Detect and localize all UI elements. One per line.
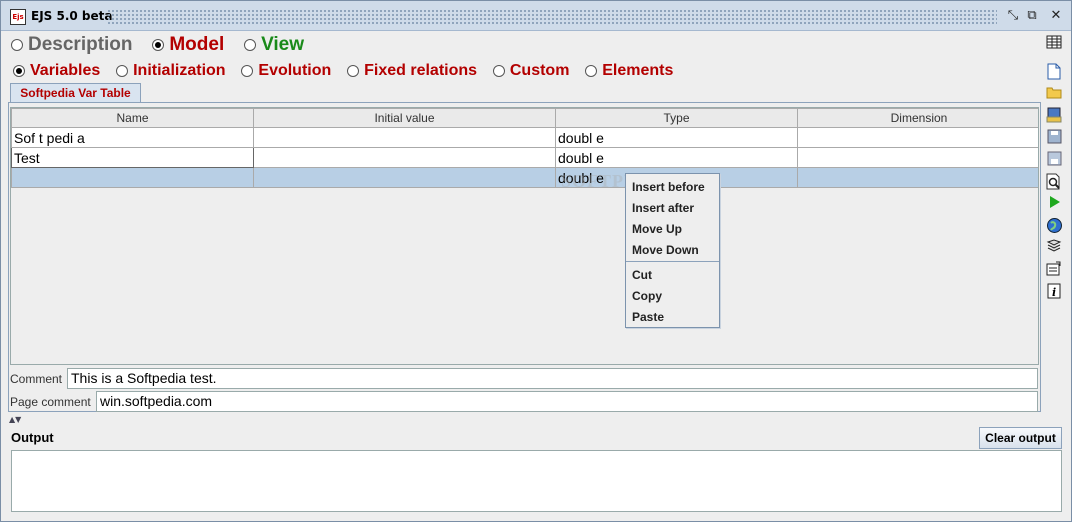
radio-fixed-relations[interactable]: Fixed relations bbox=[347, 62, 477, 80]
radio-evolution-label: Evolution bbox=[258, 62, 332, 79]
model-section-radios: Variables Initialization Evolution Fixed… bbox=[13, 62, 685, 82]
cell-dimension[interactable] bbox=[797, 167, 1038, 188]
radio-fixed-relations-label: Fixed relations bbox=[364, 62, 478, 79]
cell-name-editing[interactable]: Test bbox=[11, 147, 254, 168]
radio-model-label: Model bbox=[169, 34, 225, 55]
radio-model[interactable]: Model bbox=[152, 34, 224, 56]
maximize-icon[interactable]: ⧉ bbox=[1024, 8, 1040, 24]
radio-initialization-dot[interactable] bbox=[116, 65, 129, 77]
table-header-row: Name Initial value Type Dimension bbox=[11, 108, 1038, 128]
table-row[interactable]: Test doubl e bbox=[11, 147, 1038, 168]
radio-fixed-relations-dot[interactable] bbox=[347, 65, 360, 77]
radio-evolution[interactable]: Evolution bbox=[241, 62, 331, 80]
info-icon[interactable]: i bbox=[1045, 283, 1063, 301]
comment-label: Comment bbox=[10, 372, 63, 386]
main-mode-radios: Description Model View bbox=[11, 34, 320, 58]
column-header-name[interactable]: Name bbox=[11, 108, 254, 128]
tab-softpedia-var-table[interactable]: Softpedia Var Table bbox=[10, 83, 141, 102]
open-folder-icon[interactable] bbox=[1045, 86, 1063, 104]
save-to-folder-icon[interactable] bbox=[1045, 107, 1063, 125]
window-title: EJS 5.0 beta bbox=[31, 9, 113, 23]
radio-view-label: View bbox=[261, 34, 305, 55]
table-row-selected[interactable]: doubl e bbox=[11, 167, 1038, 188]
cell-dimension[interactable] bbox=[797, 147, 1038, 168]
page-comment-label: Page comment bbox=[10, 395, 91, 409]
radio-elements[interactable]: Elements bbox=[585, 62, 673, 80]
close-icon[interactable]: ✕ bbox=[1048, 8, 1064, 24]
menu-item-move-down[interactable]: Move Down bbox=[632, 243, 699, 257]
menu-item-copy[interactable]: Copy bbox=[632, 289, 662, 303]
radio-custom-dot[interactable] bbox=[492, 65, 505, 77]
radio-custom-label: Custom bbox=[509, 62, 570, 79]
radio-description-dot[interactable] bbox=[11, 39, 23, 51]
page-comment-field[interactable]: win.softpedia.com bbox=[96, 391, 1038, 412]
menu-item-move-up[interactable]: Move Up bbox=[632, 222, 682, 236]
edit-options-icon[interactable] bbox=[1045, 261, 1063, 279]
title-bar[interactable]: Ejs EJS 5.0 beta ⤡ ⧉ ✕ bbox=[1, 1, 1071, 31]
column-header-dimension[interactable]: Dimension bbox=[797, 108, 1038, 128]
menu-item-cut[interactable]: Cut bbox=[632, 268, 652, 282]
menu-item-insert-before[interactable]: Insert before bbox=[632, 180, 705, 194]
cell-type[interactable]: doubl e bbox=[555, 147, 798, 168]
radio-elements-label: Elements bbox=[602, 62, 674, 79]
radio-initialization[interactable]: Initialization bbox=[116, 62, 226, 80]
web-icon[interactable] bbox=[1045, 217, 1063, 235]
radio-variables-dot[interactable] bbox=[13, 65, 25, 77]
output-textarea[interactable] bbox=[11, 450, 1062, 512]
title-grip bbox=[107, 9, 997, 24]
minimize-icon[interactable]: ⤡ bbox=[1005, 8, 1021, 24]
splitter-arrows-icon[interactable]: ▲▼ bbox=[9, 415, 21, 424]
radio-elements-dot[interactable] bbox=[585, 65, 598, 77]
layers-icon[interactable] bbox=[1045, 239, 1063, 257]
menu-separator bbox=[626, 261, 719, 262]
run-icon[interactable] bbox=[1045, 195, 1063, 213]
clear-output-button[interactable]: Clear output bbox=[979, 427, 1062, 449]
app-icon: Ejs bbox=[10, 9, 26, 25]
variables-table: Name Initial value Type Dimension Sof t … bbox=[11, 108, 1038, 188]
radio-variables-label: Variables bbox=[30, 62, 101, 79]
comment-field[interactable]: This is a Softpedia test. bbox=[67, 368, 1038, 389]
cell-name[interactable]: Sof t pedi a bbox=[11, 127, 254, 148]
radio-evolution-dot[interactable] bbox=[241, 65, 254, 77]
new-file-icon[interactable] bbox=[1045, 63, 1063, 81]
cell-initial-value[interactable] bbox=[253, 127, 556, 148]
radio-description[interactable]: Description bbox=[11, 34, 133, 56]
menu-item-insert-after[interactable]: Insert after bbox=[632, 201, 694, 215]
column-header-type[interactable]: Type bbox=[555, 108, 798, 128]
variables-table-area: Name Initial value Type Dimension Sof t … bbox=[10, 107, 1039, 365]
variables-panel: Name Initial value Type Dimension Sof t … bbox=[8, 102, 1041, 412]
radio-view[interactable]: View bbox=[244, 34, 304, 56]
table-row[interactable]: Sof t pedi a doubl e bbox=[11, 127, 1038, 148]
cell-type[interactable]: doubl e bbox=[555, 127, 798, 148]
application-window: Ejs EJS 5.0 beta ⤡ ⧉ ✕ Description Model… bbox=[0, 0, 1072, 522]
cell-initial-value[interactable] bbox=[253, 167, 556, 188]
svg-text:i: i bbox=[1052, 286, 1056, 299]
radio-view-dot[interactable] bbox=[244, 39, 257, 51]
radio-description-label: Description bbox=[28, 34, 133, 55]
column-header-initial-value[interactable]: Initial value bbox=[253, 108, 556, 128]
menu-item-paste[interactable]: Paste bbox=[632, 310, 664, 324]
search-icon[interactable] bbox=[1045, 173, 1063, 191]
cell-name[interactable] bbox=[11, 167, 254, 188]
radio-custom[interactable]: Custom bbox=[492, 62, 570, 80]
radio-initialization-label: Initialization bbox=[133, 62, 226, 79]
save-icon[interactable] bbox=[1045, 129, 1063, 147]
cell-dimension[interactable] bbox=[797, 127, 1038, 148]
output-label: Output bbox=[11, 430, 54, 445]
save-as-icon[interactable] bbox=[1045, 151, 1063, 169]
radio-variables[interactable]: Variables bbox=[13, 62, 100, 80]
radio-model-dot[interactable] bbox=[152, 39, 165, 51]
table-options-icon[interactable] bbox=[1045, 35, 1063, 53]
cell-initial-value[interactable] bbox=[253, 147, 556, 168]
context-menu: Insert before Insert after Move Up Move … bbox=[625, 173, 720, 328]
